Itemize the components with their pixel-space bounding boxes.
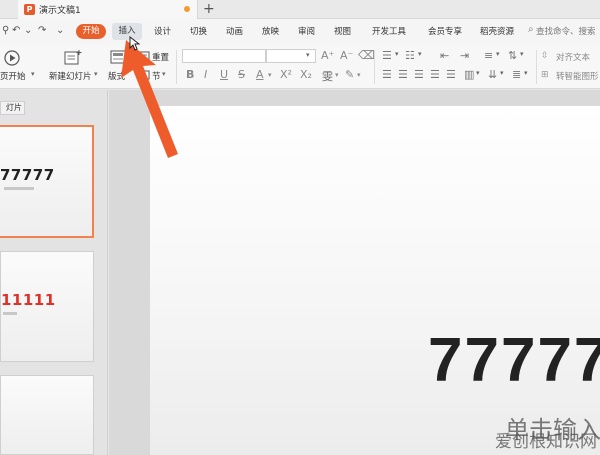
new-tab-button[interactable]: + — [203, 0, 215, 19]
menu-tab-view[interactable]: 视图 — [334, 25, 351, 37]
align-right-icon[interactable]: ☰ — [414, 68, 424, 81]
align-left-icon[interactable]: ☰ — [382, 68, 392, 81]
distribute-icon[interactable]: ☰ — [446, 68, 456, 81]
font-size-dropdown-icon[interactable]: ▾ — [306, 51, 310, 59]
ribbon-divider — [176, 50, 177, 84]
new-slide-icon[interactable] — [64, 49, 82, 66]
reset-icon[interactable] — [139, 51, 150, 62]
font-name-select[interactable] — [182, 49, 266, 63]
bullet-list-icon[interactable]: ☰ — [382, 49, 392, 62]
numbered-dropdown-icon[interactable]: ▾ — [418, 50, 422, 58]
menu-tab-design[interactable]: 设计 — [154, 25, 171, 37]
thumbnail-title: 77777 — [0, 166, 55, 184]
align-text-icon[interactable]: ⇳ — [541, 51, 549, 61]
font-color-dropdown-icon[interactable]: ▾ — [268, 71, 272, 79]
sort-dropdown-icon[interactable]: ▾ — [520, 50, 524, 58]
menu-tab-member[interactable]: 会员专享 — [428, 25, 462, 37]
unsaved-dot-icon — [184, 6, 190, 12]
command-search-input[interactable]: 查找命令、搜索 — [536, 25, 596, 37]
increase-font-icon[interactable]: A⁺ — [321, 49, 334, 62]
thumbnail-title: 11111 — [1, 291, 56, 309]
highlight-icon[interactable]: ✎ — [345, 68, 354, 81]
align-center-icon[interactable]: ☰ — [398, 68, 408, 81]
font-color-button[interactable]: A — [256, 68, 264, 81]
highlight-dropdown-icon[interactable]: ▾ — [357, 71, 361, 79]
current-slide[interactable] — [150, 106, 600, 455]
presentation-file-icon: P — [24, 4, 35, 15]
decrease-indent-icon[interactable]: ⇤ — [440, 49, 449, 62]
new-slide-button[interactable]: 新建幻灯片 — [49, 70, 92, 82]
new-slide-dropdown-icon[interactable]: ▾ — [94, 70, 98, 78]
play-from-current-button[interactable]: 页开始 — [0, 70, 26, 82]
menu-tab-review[interactable]: 审阅 — [298, 25, 315, 37]
bold-button[interactable]: B — [186, 68, 194, 81]
para-spacing-icon[interactable]: ≣ — [512, 68, 521, 81]
search-icon: ⌕ — [528, 24, 534, 35]
slide-title-text[interactable]: 77777 — [428, 325, 600, 396]
slide-thumbnail-2[interactable]: 11111 — [0, 251, 94, 362]
line-spacing-icon[interactable]: ≡ — [484, 49, 493, 62]
reset-button[interactable]: 重置 — [152, 51, 169, 63]
watermark-text: 爱创根知识网 — [495, 432, 597, 452]
document-tab[interactable]: P 演示文稿1 — [18, 0, 198, 19]
bullet-dropdown-icon[interactable]: ▾ — [395, 50, 399, 58]
find-icon[interactable]: ⚲ — [2, 25, 9, 36]
layout-icon[interactable] — [110, 50, 126, 64]
thumbnail-subtitle-placeholder — [3, 312, 17, 315]
columns-icon[interactable]: ▥ — [464, 68, 474, 81]
slide-thumbnail-3[interactable] — [0, 375, 94, 455]
numbered-list-icon[interactable]: ☷ — [405, 49, 415, 62]
undo-dropdown-icon[interactable]: ⌄ — [24, 25, 32, 36]
menu-tab-transition[interactable]: 切换 — [190, 25, 207, 37]
section-dropdown-icon[interactable]: ▾ — [162, 70, 166, 78]
clear-format-icon[interactable]: ⌫ — [358, 48, 375, 62]
justify-icon[interactable]: ☰ — [430, 68, 440, 81]
align-text-button[interactable]: 对齐文本 — [556, 51, 590, 63]
customize-icon[interactable]: ⌄ — [56, 25, 64, 36]
text-direction-icon[interactable]: ⇊ — [488, 68, 497, 81]
slide-thumbnail-1[interactable]: 77777 — [0, 125, 94, 238]
play-dropdown-icon[interactable]: ▾ — [31, 70, 35, 78]
menu-tab-slideshow[interactable]: 放映 — [262, 25, 279, 37]
sort-icon[interactable]: ⇅ — [508, 49, 517, 62]
decrease-font-icon[interactable]: A⁻ — [340, 49, 353, 62]
subscript-button[interactable]: X₂ — [300, 68, 312, 81]
menu-tab-home[interactable]: 开始 — [76, 24, 106, 39]
document-title: 演示文稿1 — [39, 6, 81, 16]
menu-tab-docer[interactable]: 稻壳资源 — [480, 25, 514, 37]
italic-button[interactable]: I — [204, 68, 207, 81]
menu-tab-animation[interactable]: 动画 — [226, 25, 243, 37]
undo-icon[interactable]: ↶ — [12, 25, 20, 36]
layout-button[interactable]: 版式 — [108, 70, 125, 82]
menu-bar: ⚲ ↶ ⌄ ↷ ⌄ 开始 插入 设计 切换 动画 放映 审阅 视图 开发工具 会… — [0, 19, 600, 44]
columns-dropdown-icon[interactable]: ▾ — [476, 69, 480, 77]
shading-dropdown-icon[interactable]: ▾ — [335, 71, 339, 79]
redo-icon[interactable]: ↷ — [38, 25, 46, 36]
character-shading-icon[interactable]: 雯 — [322, 68, 333, 84]
play-icon[interactable] — [4, 50, 20, 66]
line-spacing-dropdown-icon[interactable]: ▾ — [496, 50, 500, 58]
strikethrough-button[interactable]: S — [238, 68, 245, 81]
smart-graphic-icon[interactable]: ⊞ — [541, 70, 549, 80]
ribbon-divider — [536, 50, 537, 84]
ribbon-toolbar: 页开始 ▾ 新建幻灯片 ▾ 版式 重置 节 ▾ ▾ A⁺ A⁻ ⌫ B I U … — [0, 44, 600, 89]
mouse-cursor-icon — [129, 36, 140, 51]
ribbon-divider — [374, 50, 375, 84]
thumbnail-subtitle-placeholder — [4, 187, 34, 190]
slides-tab[interactable]: 灯片 — [0, 101, 25, 115]
para-spacing-dropdown-icon[interactable]: ▾ — [524, 69, 528, 77]
convert-smartart-button[interactable]: 转智能图形 — [556, 70, 599, 82]
superscript-button[interactable]: X² — [280, 68, 292, 81]
text-direction-dropdown-icon[interactable]: ▾ — [500, 69, 504, 77]
menu-tab-developer[interactable]: 开发工具 — [372, 25, 406, 37]
underline-button[interactable]: U — [220, 68, 228, 81]
increase-indent-icon[interactable]: ⇥ — [460, 49, 469, 62]
section-button[interactable]: 节 — [152, 70, 161, 82]
section-icon[interactable] — [139, 70, 150, 80]
